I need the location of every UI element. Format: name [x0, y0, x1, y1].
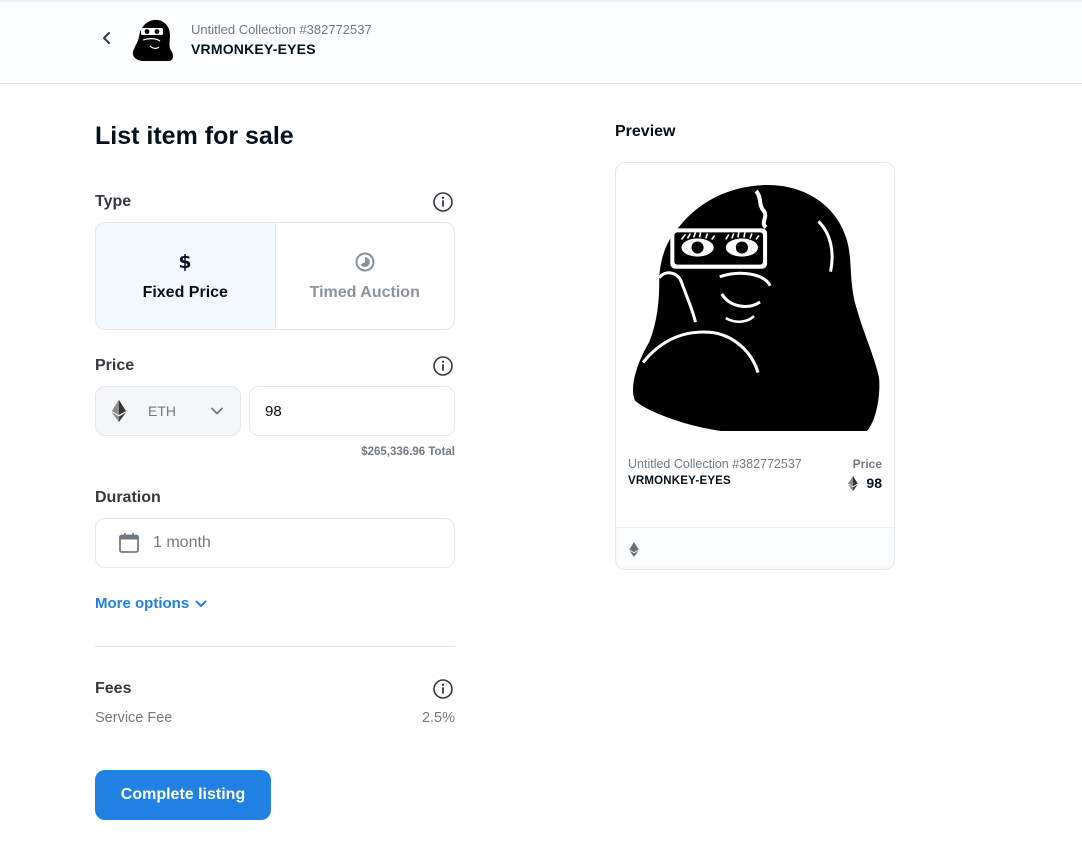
- item-thumbnail: [128, 16, 176, 64]
- info-icon[interactable]: [432, 678, 454, 700]
- preview-price-label: Price: [852, 457, 882, 471]
- price-label: Price: [95, 357, 135, 374]
- timed-auction-label: Timed Auction: [309, 284, 420, 301]
- header-collection-name[interactable]: Untitled Collection #382772537: [191, 22, 372, 37]
- svg-text:$: $: [179, 252, 192, 272]
- currency-select[interactable]: ETH: [95, 386, 241, 436]
- type-label: Type: [95, 193, 132, 210]
- complete-listing-button[interactable]: Complete listing: [95, 770, 271, 820]
- duration-label: Duration: [95, 489, 161, 506]
- top-bar: Untitled Collection #382772537 VRMONKEY-…: [0, 0, 1082, 84]
- preview-label: Preview: [615, 123, 676, 140]
- service-fee-value: 2.5%: [421, 710, 455, 726]
- ethereum-icon: [629, 542, 639, 557]
- preview-price: 98: [848, 475, 882, 491]
- chevron-down-icon: [195, 600, 207, 607]
- dollar-icon: $: [179, 252, 192, 272]
- ethereum-icon: [112, 400, 126, 422]
- info-icon[interactable]: [432, 355, 454, 377]
- divider: [95, 646, 455, 647]
- header-item-name: VRMONKEY-EYES: [191, 41, 316, 57]
- service-fee-row: Service Fee 2.5%: [95, 710, 455, 726]
- duration-value: 1 month: [153, 534, 211, 551]
- chevron-left-icon: [103, 32, 110, 44]
- preview-item-name: VRMONKEY-EYES: [628, 475, 731, 487]
- clock-icon: [355, 252, 375, 272]
- page-title: List item for sale: [95, 122, 294, 150]
- more-options-label: More options: [95, 595, 190, 612]
- preview-price-value: 98: [866, 475, 882, 491]
- timed-auction-option[interactable]: Timed Auction: [276, 223, 455, 329]
- listing-type-selector: $ Fixed Price Timed Auction: [95, 222, 455, 330]
- fixed-price-option[interactable]: $ Fixed Price: [96, 223, 276, 329]
- duration-picker[interactable]: 1 month: [95, 518, 455, 568]
- fixed-price-label: Fixed Price: [142, 284, 228, 301]
- preview-card-footer: [616, 527, 894, 569]
- currency-value: ETH: [148, 403, 176, 419]
- preview-collection-name: Untitled Collection #382772537: [628, 457, 802, 471]
- item-artwork: [616, 163, 894, 451]
- ethereum-icon: [848, 475, 859, 491]
- more-options-toggle[interactable]: More options: [95, 595, 207, 612]
- chevron-down-icon: [211, 407, 223, 415]
- back-button[interactable]: [98, 28, 116, 48]
- preview-card[interactable]: Untitled Collection #382772537 VRMONKEY-…: [615, 162, 895, 570]
- price-amount-input[interactable]: [249, 386, 455, 436]
- price-total-usd: $265,336.96 Total: [361, 446, 455, 458]
- fees-label: Fees: [95, 680, 132, 697]
- service-fee-label: Service Fee: [95, 710, 173, 726]
- info-icon[interactable]: [432, 191, 454, 213]
- calendar-icon: [119, 533, 139, 553]
